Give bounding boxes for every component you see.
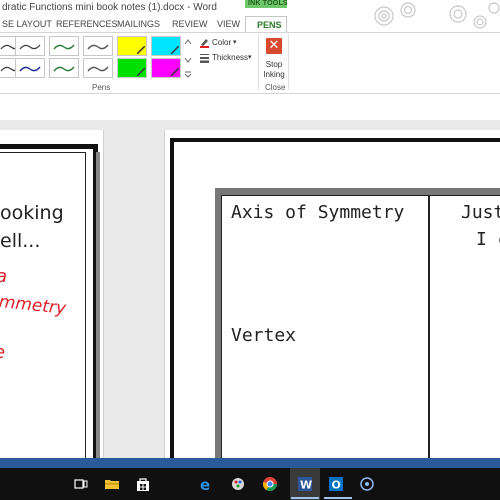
stop-inking-button[interactable]: ✕	[266, 37, 282, 54]
vertex-heading: Vertex	[231, 325, 297, 346]
group-separator	[288, 34, 289, 90]
tab-review[interactable]: REVIEW	[172, 19, 208, 29]
paint-icon[interactable]	[230, 476, 246, 492]
close-icon: ✕	[268, 37, 280, 52]
gallery-scroll[interactable]	[184, 36, 192, 80]
active-indicator	[291, 497, 319, 499]
tab-references[interactable]: REFERENCES	[56, 19, 118, 29]
highlighter-yellow[interactable]	[117, 36, 147, 56]
word-window: { "window": { "title": "dratic Functions…	[0, 0, 500, 500]
group-separator	[258, 34, 259, 90]
file-explorer-icon[interactable]	[104, 476, 120, 492]
active-indicator	[324, 497, 352, 499]
highlighter-cyan[interactable]	[151, 36, 181, 56]
pens-group-label: Pens	[92, 83, 111, 92]
pen-gallery-item[interactable]	[83, 36, 113, 56]
cortana-icon[interactable]	[359, 476, 375, 492]
pen-gallery-item[interactable]	[15, 36, 45, 56]
left-page-text: ell...	[0, 230, 41, 252]
chevron-down-icon[interactable]: ▾	[233, 38, 237, 46]
highlighter-green[interactable]	[117, 58, 147, 78]
store-icon[interactable]	[135, 476, 151, 492]
outlook-icon[interactable]: O	[328, 476, 344, 492]
pen-gallery-item[interactable]	[83, 58, 113, 78]
right-cell-text: Just	[461, 202, 500, 223]
tab-mailings[interactable]: MAILINGS	[117, 19, 160, 29]
window-title: dratic Functions mini book notes (1).doc…	[2, 2, 217, 13]
ruler-area	[0, 94, 500, 120]
svg-text:W: W	[300, 479, 312, 492]
tab-view[interactable]: VIEW	[217, 19, 240, 29]
stop-inking-label[interactable]: Stop Inking	[263, 60, 285, 80]
axis-of-symmetry-heading: Axis of Symmetry	[231, 202, 405, 223]
ink-tools-label: INK TOOLS	[248, 0, 288, 7]
table-column-divider	[428, 195, 430, 465]
edge-icon[interactable]: e	[198, 476, 214, 492]
thickness-button[interactable]: Thickness	[212, 53, 248, 62]
page-shadow	[96, 152, 100, 482]
svg-text:e: e	[200, 476, 210, 492]
color-button[interactable]: Color	[212, 38, 231, 47]
chrome-icon[interactable]	[262, 476, 278, 492]
chevron-down-icon[interactable]: ▾	[248, 53, 252, 61]
right-cell-text: I c	[476, 229, 500, 250]
task-view-icon[interactable]	[73, 476, 89, 492]
left-page-text: ooking	[0, 202, 64, 224]
word-icon[interactable]: W	[297, 476, 313, 492]
ink-annotation: e	[0, 342, 5, 363]
highlighter-magenta[interactable]	[151, 58, 181, 78]
thickness-icon	[200, 54, 209, 63]
tab-page-layout[interactable]: SE LAYOUT	[2, 19, 52, 29]
tab-pens-label: PENS	[257, 20, 282, 30]
svg-text:O: O	[332, 479, 341, 492]
pen-gallery-item[interactable]	[49, 36, 79, 56]
ink-annotation: a	[0, 266, 7, 287]
pen-gallery-item[interactable]	[49, 58, 79, 78]
close-group-label: Close	[265, 83, 286, 92]
pen-gallery-item[interactable]	[15, 58, 45, 78]
pen-color-icon	[200, 39, 209, 48]
